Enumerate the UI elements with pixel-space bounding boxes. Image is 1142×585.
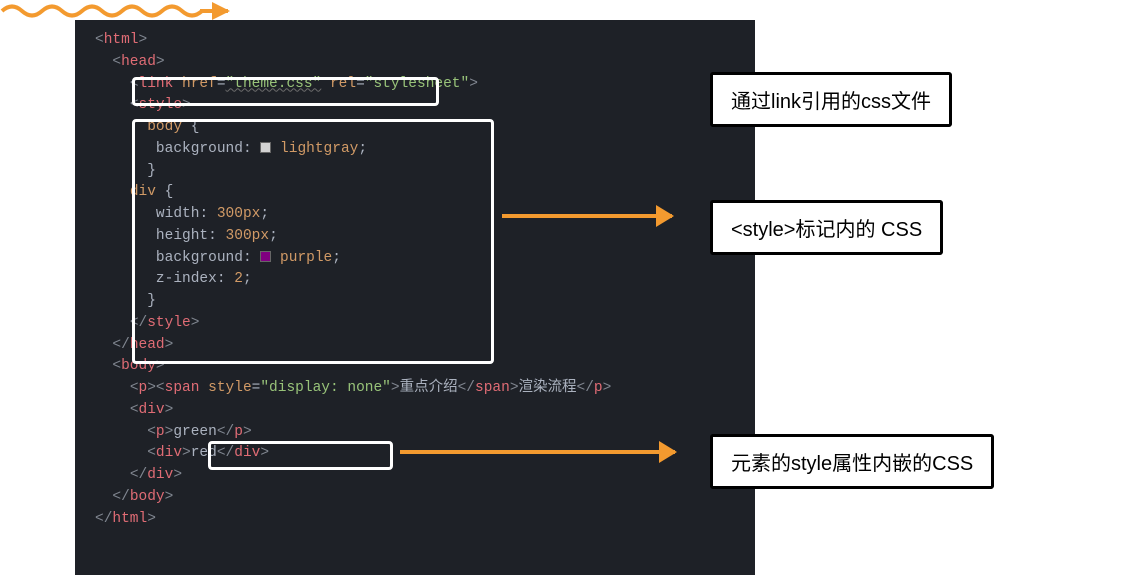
prop-background: background xyxy=(156,141,243,157)
tag-html-close: html xyxy=(112,511,147,527)
text-green: green xyxy=(173,424,217,440)
tag-html: html xyxy=(104,32,139,48)
val-display-none: "display: none" xyxy=(260,380,391,396)
val-stylesheet: "stylesheet" xyxy=(365,76,469,92)
tag-body-close: body xyxy=(130,489,165,505)
selector-body: body xyxy=(147,119,182,135)
arrow-inline xyxy=(400,450,675,454)
swatch-purple xyxy=(260,251,271,262)
val-purple: purple xyxy=(280,250,332,266)
attr-rel: rel xyxy=(330,76,356,92)
text-after-span: 渲染流程 xyxy=(519,380,577,396)
tag-style-open: style xyxy=(139,97,183,113)
val-zindex: 2 xyxy=(234,271,243,287)
val-height: 300px xyxy=(226,228,270,244)
tag-link: link xyxy=(139,76,174,92)
val-theme-css: "theme.css" xyxy=(226,76,322,92)
attr-href: href xyxy=(182,76,217,92)
annotation-inline: 元素的style属性内嵌的CSS xyxy=(710,434,994,489)
val-width: 300px xyxy=(217,206,261,222)
tag-head: head xyxy=(121,54,156,70)
prop-bg2: background xyxy=(156,250,243,266)
text-red: red xyxy=(191,445,217,461)
tag-style-close: style xyxy=(147,315,191,331)
arrow-style xyxy=(502,214,672,218)
code-editor: <html> <head> <link href="theme.css" rel… xyxy=(75,20,755,575)
val-lightgray: lightgray xyxy=(280,141,358,157)
prop-width: width xyxy=(156,206,200,222)
attr-style: style xyxy=(208,380,252,396)
tag-head-close: head xyxy=(130,337,165,353)
text-span: 重点介绍 xyxy=(400,380,458,396)
prop-height: height xyxy=(156,228,208,244)
selector-div: div xyxy=(130,184,156,200)
tag-body-open: body xyxy=(121,358,156,374)
annotation-link: 通过link引用的css文件 xyxy=(710,72,952,127)
annotation-style: <style>标记内的 CSS xyxy=(710,200,943,255)
swatch-lightgray xyxy=(260,142,271,153)
arrow-link xyxy=(0,0,230,14)
prop-zindex: z-index xyxy=(156,271,217,287)
